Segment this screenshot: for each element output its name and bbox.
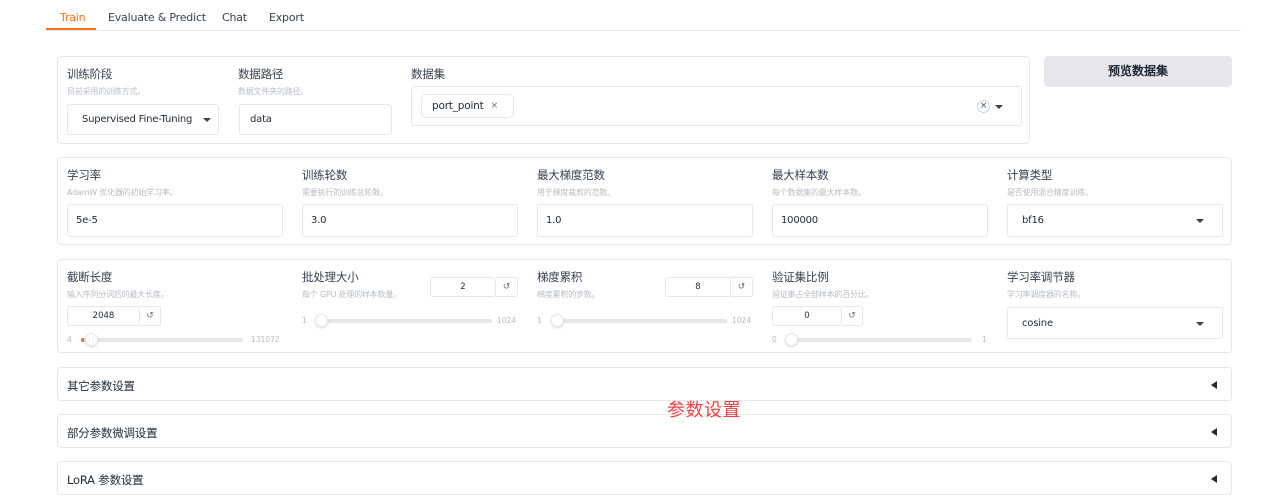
- cutoff-len-number[interactable]: 2048: [67, 306, 140, 326]
- accordion-freeze-settings[interactable]: 部分参数微调设置: [57, 414, 1232, 448]
- max-samples-value: 100000: [781, 215, 818, 226]
- batch-size-number[interactable]: 2: [430, 277, 496, 297]
- dataset-dir-input[interactable]: data: [239, 104, 392, 135]
- accordion-lora-settings[interactable]: LoRA 参数设置: [57, 461, 1232, 495]
- tab-evaluate-predict[interactable]: Evaluate & Predict: [108, 11, 206, 24]
- lr-scheduler-label: 学习率调节器: [1007, 270, 1075, 284]
- dataset-settings-panel: 训练阶段 目前采用的训练方式。 Supervised Fine-Tuning 数…: [57, 56, 1030, 144]
- lr-scheduler-dropdown[interactable]: cosine: [1007, 307, 1223, 339]
- learning-rate-label: 学习率: [67, 168, 101, 182]
- learning-rate-input[interactable]: 5e-5: [67, 204, 283, 237]
- collapse-triangle-icon: [1211, 475, 1217, 483]
- batch-size-info: 每个 GPU 处理的样本数量。: [302, 290, 401, 299]
- chevron-down-icon[interactable]: [995, 105, 1003, 109]
- length-params-panel: 截断长度 输入序列分词后的最大长度。 2048 ↺ 4 131072 批处理大小…: [57, 259, 1232, 353]
- annotation-text: 参数设置: [667, 400, 741, 421]
- dataset-dir-info: 数据文件夹的路径。: [238, 87, 309, 96]
- dataset-multiselect[interactable]: port_point × ×: [411, 86, 1022, 126]
- chevron-down-icon: [1196, 322, 1204, 326]
- cutoff-len-thumb[interactable]: [84, 333, 98, 346]
- chevron-down-icon: [203, 118, 211, 122]
- stage-label: 训练阶段: [67, 67, 113, 81]
- chevron-down-icon: [1196, 219, 1204, 223]
- grad-accum-label: 梯度累积: [537, 270, 583, 284]
- max-grad-norm-input[interactable]: 1.0: [537, 204, 753, 237]
- batch-size-thumb[interactable]: [315, 314, 329, 327]
- lr-scheduler-value: cosine: [1022, 317, 1053, 329]
- cutoff-len-max: 131072: [251, 335, 280, 344]
- grad-accum-min: 1: [537, 316, 542, 325]
- tab-chat[interactable]: Chat: [222, 11, 247, 24]
- training-params-panel: 学习率 AdamW 优化器的初始学习率。 5e-5 训练轮数 需要执行的训练总轮…: [57, 157, 1232, 245]
- preview-dataset-button[interactable]: 预览数据集: [1044, 56, 1232, 87]
- grad-accum-thumb[interactable]: [551, 314, 565, 327]
- batch-size-min: 1: [302, 316, 307, 325]
- accordion-label: 部分参数微调设置: [67, 426, 158, 440]
- max-samples-label: 最大样本数: [772, 168, 829, 182]
- batch-size-label: 批处理大小: [302, 270, 359, 284]
- grad-accum-max: 1024: [732, 316, 752, 325]
- dataset-label: 数据集: [411, 67, 445, 81]
- tab-bar: Train Evaluate & Predict Chat Export: [46, 0, 1241, 31]
- batch-size-reset-icon[interactable]: ↺: [496, 277, 518, 297]
- active-tab-indicator: [46, 28, 96, 30]
- cutoff-len-min: 4: [67, 335, 72, 344]
- accordion-other-settings[interactable]: 其它参数设置: [57, 367, 1232, 401]
- val-size-label: 验证集比例: [772, 270, 829, 284]
- learning-rate-value: 5e-5: [76, 215, 98, 226]
- cutoff-len-info: 输入序列分词后的最大长度。: [67, 290, 169, 299]
- num-epochs-info: 需要执行的训练总轮数。: [302, 188, 388, 197]
- batch-size-slider[interactable]: [316, 319, 492, 323]
- grad-accum-slider[interactable]: [551, 319, 727, 323]
- batch-size-max: 1024: [497, 316, 517, 325]
- max-grad-norm-label: 最大梯度范数: [537, 168, 605, 182]
- num-epochs-input[interactable]: 3.0: [302, 204, 518, 237]
- compute-type-value: bf16: [1022, 215, 1044, 226]
- val-size-reset-icon[interactable]: ↺: [842, 306, 863, 326]
- max-grad-norm-value: 1.0: [546, 215, 562, 226]
- cutoff-len-slider[interactable]: [81, 338, 243, 342]
- grad-accum-reset-icon[interactable]: ↺: [731, 277, 753, 297]
- val-size-info: 验证集占全部样本的百分比。: [772, 290, 874, 299]
- max-grad-norm-info: 用于梯度裁剪的范数。: [537, 188, 615, 197]
- cutoff-len-fill: [81, 338, 84, 342]
- val-size-slider[interactable]: [785, 338, 972, 342]
- tab-export[interactable]: Export: [269, 11, 304, 24]
- lr-scheduler-info: 学习率调度器的名称。: [1007, 290, 1085, 299]
- cutoff-len-label: 截断长度: [67, 270, 113, 284]
- collapse-triangle-icon: [1211, 428, 1217, 436]
- compute-type-info: 是否使用混合精度训练。: [1007, 188, 1093, 197]
- cutoff-len-reset-icon[interactable]: ↺: [140, 306, 161, 326]
- val-size-max: 1: [982, 335, 987, 344]
- dataset-dir-label: 数据路径: [238, 67, 284, 81]
- chip-remove-icon[interactable]: ×: [491, 101, 499, 111]
- dataset-chip-label: port_point: [432, 100, 484, 112]
- compute-type-label: 计算类型: [1007, 168, 1053, 182]
- clear-icon[interactable]: ×: [977, 100, 990, 113]
- max-samples-input[interactable]: 100000: [772, 204, 988, 237]
- learning-rate-info: AdamW 优化器的初始学习率。: [67, 188, 178, 197]
- collapse-triangle-icon: [1211, 381, 1217, 389]
- val-size-thumb[interactable]: [785, 333, 798, 346]
- dataset-dir-value: data: [250, 114, 272, 125]
- stage-info: 目前采用的训练方式。: [67, 87, 145, 96]
- num-epochs-value: 3.0: [311, 215, 327, 226]
- accordion-label: 其它参数设置: [67, 379, 135, 393]
- num-epochs-label: 训练轮数: [302, 168, 348, 182]
- compute-type-dropdown[interactable]: bf16: [1007, 204, 1223, 237]
- grad-accum-number[interactable]: 8: [665, 277, 731, 297]
- val-size-number[interactable]: 0: [772, 306, 842, 326]
- accordion-label: LoRA 参数设置: [67, 473, 144, 487]
- stage-dropdown[interactable]: Supervised Fine-Tuning: [67, 104, 219, 135]
- grad-accum-info: 梯度累积的步数。: [537, 290, 600, 299]
- max-samples-info: 每个数据集的最大样本数。: [772, 188, 866, 197]
- tab-train[interactable]: Train: [60, 11, 86, 24]
- val-size-min: 0: [772, 335, 777, 344]
- dataset-chip: port_point ×: [421, 94, 514, 118]
- stage-value: Supervised Fine-Tuning: [82, 114, 193, 125]
